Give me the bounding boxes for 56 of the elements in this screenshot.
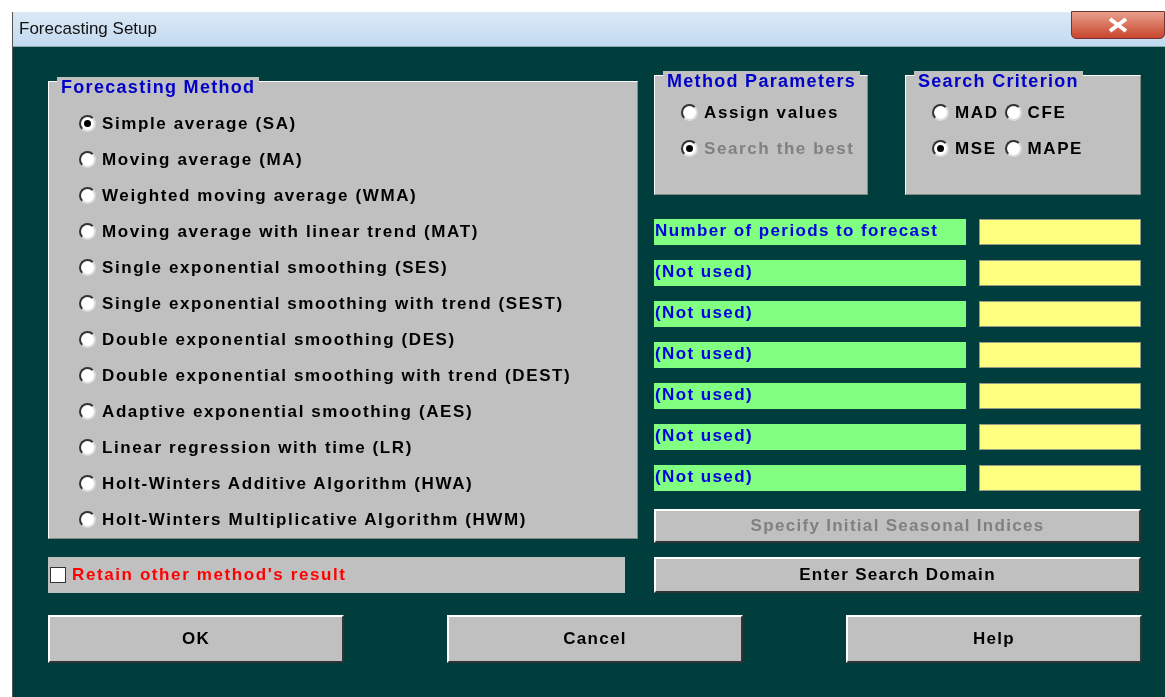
radio-button[interactable] <box>79 187 96 204</box>
radio-button[interactable] <box>1004 140 1022 157</box>
window-title: Forecasting Setup <box>18 19 157 39</box>
radio-button[interactable] <box>79 331 96 348</box>
option-label[interactable]: Assign values <box>704 102 840 123</box>
option-label[interactable]: MAPE <box>1027 138 1084 159</box>
option-label[interactable]: MAD <box>955 102 999 123</box>
option-label[interactable]: Weighted moving average (WMA) <box>102 185 418 206</box>
input-field[interactable] <box>979 465 1141 491</box>
radio-button[interactable] <box>79 115 96 132</box>
field-label: Number of periods to forecast <box>654 219 966 245</box>
radio-button[interactable] <box>79 403 96 420</box>
input-field[interactable] <box>979 383 1141 409</box>
dialog-button[interactable]: Help <box>846 615 1142 663</box>
search-domain-button[interactable]: Enter Search Domain <box>654 557 1141 593</box>
field-label: (Not used) <box>654 424 966 450</box>
input-field[interactable] <box>979 219 1141 245</box>
group-title: Forecasting Method <box>57 77 260 98</box>
radio-button[interactable] <box>79 367 96 384</box>
option-label[interactable]: Simple average (SA) <box>102 113 297 134</box>
radio-button[interactable] <box>79 259 96 276</box>
field-label: (Not used) <box>654 465 966 491</box>
field-label: (Not used) <box>654 383 966 409</box>
field-label: (Not used) <box>654 342 966 368</box>
option-label[interactable]: MSE <box>955 138 997 159</box>
dialog-button[interactable]: Cancel <box>447 615 743 663</box>
option-label[interactable]: Linear regression with time (LR) <box>102 437 413 458</box>
option-label[interactable]: Double exponential smoothing (DES) <box>102 329 456 350</box>
radio-button[interactable] <box>79 151 96 168</box>
close-icon[interactable] <box>1107 17 1129 33</box>
option-label[interactable]: Single exponential smoothing (SES) <box>102 257 449 278</box>
input-field[interactable] <box>979 301 1141 327</box>
radio-button[interactable] <box>79 295 96 312</box>
radio-button[interactable] <box>79 475 96 492</box>
radio-button[interactable] <box>79 439 96 456</box>
field-label: (Not used) <box>654 301 966 327</box>
option-label[interactable]: Double exponential smoothing with trend (DEST) <box>102 365 572 386</box>
radio-button[interactable] <box>79 223 96 240</box>
field-label: (Not used) <box>654 260 966 286</box>
option-label[interactable]: Moving average with linear trend (MAT) <box>102 221 479 242</box>
close-button[interactable] <box>1071 11 1165 39</box>
input-field[interactable] <box>979 342 1141 368</box>
input-field[interactable] <box>979 260 1141 286</box>
option-label[interactable]: Adaptive exponential smoothing (AES) <box>102 401 474 422</box>
dialog-button[interactable]: OK <box>48 615 344 663</box>
radio-button[interactable] <box>932 104 949 121</box>
option-label[interactable]: Moving average (MA) <box>102 149 304 170</box>
radio-button[interactable] <box>1004 104 1022 121</box>
radio-button[interactable] <box>79 511 96 528</box>
option-label[interactable]: Holt-Winters Multiplicative Algorithm (HWM) <box>102 509 527 530</box>
input-field[interactable] <box>979 424 1141 450</box>
option-label[interactable]: Holt-Winters Additive Algorithm (HWA) <box>102 473 474 494</box>
radio-button[interactable] <box>932 140 949 157</box>
option-label[interactable]: Single exponential smoothing with trend (SEST) <box>102 293 564 314</box>
radio-button[interactable] <box>681 104 698 121</box>
option-label[interactable]: CFE <box>1027 102 1067 123</box>
